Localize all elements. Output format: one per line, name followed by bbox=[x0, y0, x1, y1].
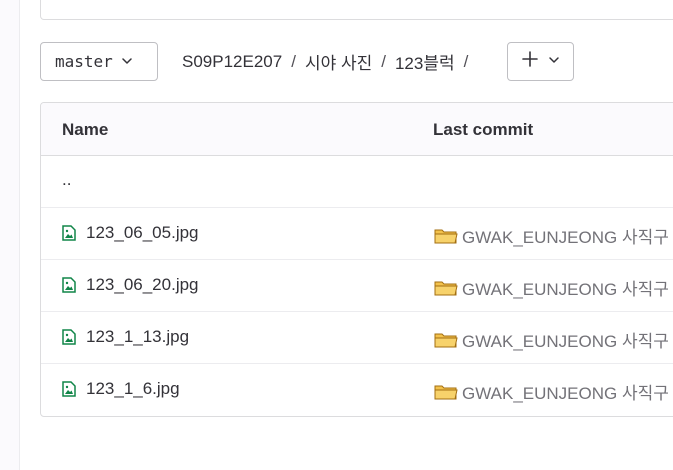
table-row: 123_06_05.jpg GWAK_EUNJEONG 사직구 bbox=[41, 208, 673, 260]
commit-link[interactable]: GWAK_EUNJEONG 사직구 bbox=[434, 379, 669, 404]
breadcrumb-item-project[interactable]: S09P12E207 bbox=[182, 52, 282, 72]
chevron-down-icon bbox=[121, 55, 133, 67]
file-name: 123_1_13.jpg bbox=[86, 327, 190, 346]
image-file-icon bbox=[62, 277, 76, 293]
table-row: 123_1_13.jpg GWAK_EUNJEONG 사직구 bbox=[41, 312, 673, 364]
commit-message: GWAK_EUNJEONG 사직구 bbox=[462, 384, 669, 403]
image-file-icon bbox=[62, 381, 76, 397]
file-link[interactable]: 123_06_05.jpg bbox=[62, 223, 199, 243]
breadcrumb-item-subfolder[interactable]: 123블럭 bbox=[395, 49, 455, 74]
folder-icon bbox=[434, 227, 458, 245]
top-card-edge bbox=[40, 0, 673, 20]
plus-icon bbox=[521, 51, 538, 72]
chevron-down-icon bbox=[548, 53, 560, 71]
column-header-name: Name bbox=[62, 120, 109, 139]
commit-message: GWAK_EUNJEONG 사직구 bbox=[462, 332, 669, 351]
parent-directory-link[interactable]: .. bbox=[62, 170, 71, 190]
image-file-icon bbox=[62, 225, 76, 241]
table-header: Name Last commit bbox=[41, 103, 673, 156]
repo-toolbar: master bbox=[40, 41, 158, 81]
table-row: 123_06_20.jpg GWAK_EUNJEONG 사직구 bbox=[41, 260, 673, 312]
commit-message: GWAK_EUNJEONG 사직구 bbox=[462, 228, 669, 247]
left-sidebar-rail bbox=[0, 0, 20, 470]
table-row: 123_1_6.jpg GWAK_EUNJEONG 사직구 bbox=[41, 364, 673, 416]
commit-link[interactable]: GWAK_EUNJEONG 사직구 bbox=[434, 327, 669, 352]
commit-link[interactable]: GWAK_EUNJEONG 사직구 bbox=[434, 223, 669, 248]
commit-link[interactable]: GWAK_EUNJEONG 사직구 bbox=[434, 275, 669, 300]
branch-selector[interactable]: master bbox=[40, 41, 158, 81]
breadcrumb-separator: / bbox=[381, 51, 386, 71]
commit-message: GWAK_EUNJEONG 사직구 bbox=[462, 280, 669, 299]
file-name: 123_1_6.jpg bbox=[86, 379, 180, 398]
file-link[interactable]: 123_1_6.jpg bbox=[62, 379, 180, 399]
file-name: 123_06_05.jpg bbox=[86, 223, 199, 242]
folder-icon bbox=[434, 279, 458, 297]
file-name: 123_06_20.jpg bbox=[86, 275, 199, 294]
branch-name: master bbox=[55, 51, 113, 71]
breadcrumb-separator: / bbox=[291, 51, 296, 71]
file-tree-table: Name Last commit .. 123_06_05.jpg GWAK_E… bbox=[40, 102, 673, 417]
folder-icon bbox=[434, 331, 458, 349]
parent-directory-row[interactable]: .. bbox=[41, 156, 673, 208]
breadcrumb-item-folder[interactable]: 시야 사진 bbox=[305, 49, 372, 74]
image-file-icon bbox=[62, 329, 76, 345]
breadcrumb: S09P12E207 / 시야 사진 / 123블럭 / bbox=[182, 49, 477, 74]
add-to-tree-button[interactable] bbox=[507, 42, 574, 81]
file-link[interactable]: 123_1_13.jpg bbox=[62, 327, 189, 347]
file-link[interactable]: 123_06_20.jpg bbox=[62, 275, 199, 295]
breadcrumb-separator: / bbox=[463, 51, 469, 71]
folder-icon bbox=[434, 383, 458, 401]
column-header-last-commit: Last commit bbox=[433, 120, 534, 139]
